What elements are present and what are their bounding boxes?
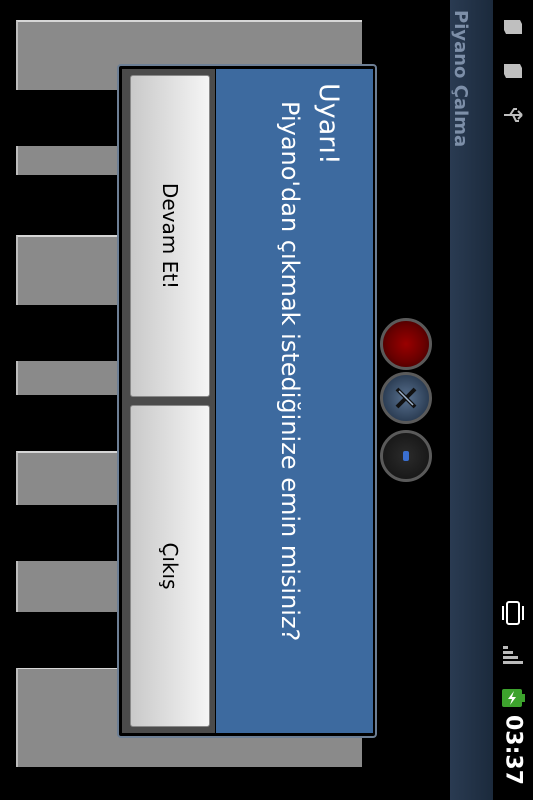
piano-black-key[interactable]: [14, 175, 122, 231]
notification-icon: [499, 14, 527, 40]
status-bar: 03:37: [493, 0, 533, 800]
app-title: Piyano Çalma: [450, 10, 471, 148]
piano-black-key[interactable]: [14, 90, 122, 146]
vibrate-icon: [499, 596, 527, 630]
signal-icon: [499, 640, 527, 670]
clock: 03:37: [500, 714, 526, 786]
dialog-button-bar: Devam Et! Çıkış: [122, 69, 215, 733]
piano-black-key[interactable]: [14, 395, 122, 451]
dialog-message: Piyano'dan çıkmak istediğinize emin misi…: [276, 101, 304, 642]
piano-black-key[interactable]: [14, 612, 122, 668]
piano-black-key[interactable]: [14, 505, 122, 561]
exit-confirm-dialog: Uyarı! Piyano'dan çıkmak istediğinize em…: [117, 64, 377, 738]
settings-button[interactable]: [380, 372, 432, 424]
usb-icon: [499, 100, 527, 130]
dialog-title: Uyarı!: [313, 83, 344, 165]
tools-icon: [395, 387, 417, 409]
title-bar: Piyano Çalma: [450, 0, 493, 800]
info-icon: [403, 451, 409, 461]
record-button[interactable]: [380, 318, 432, 370]
notification-icon: [499, 58, 527, 84]
info-button[interactable]: [380, 430, 432, 482]
piano-black-key[interactable]: [14, 305, 122, 361]
dialog-content: Uyarı! Piyano'dan çıkmak istediğinize em…: [216, 69, 373, 733]
continue-button[interactable]: Devam Et!: [130, 75, 210, 397]
exit-button[interactable]: Çıkış: [130, 405, 210, 727]
